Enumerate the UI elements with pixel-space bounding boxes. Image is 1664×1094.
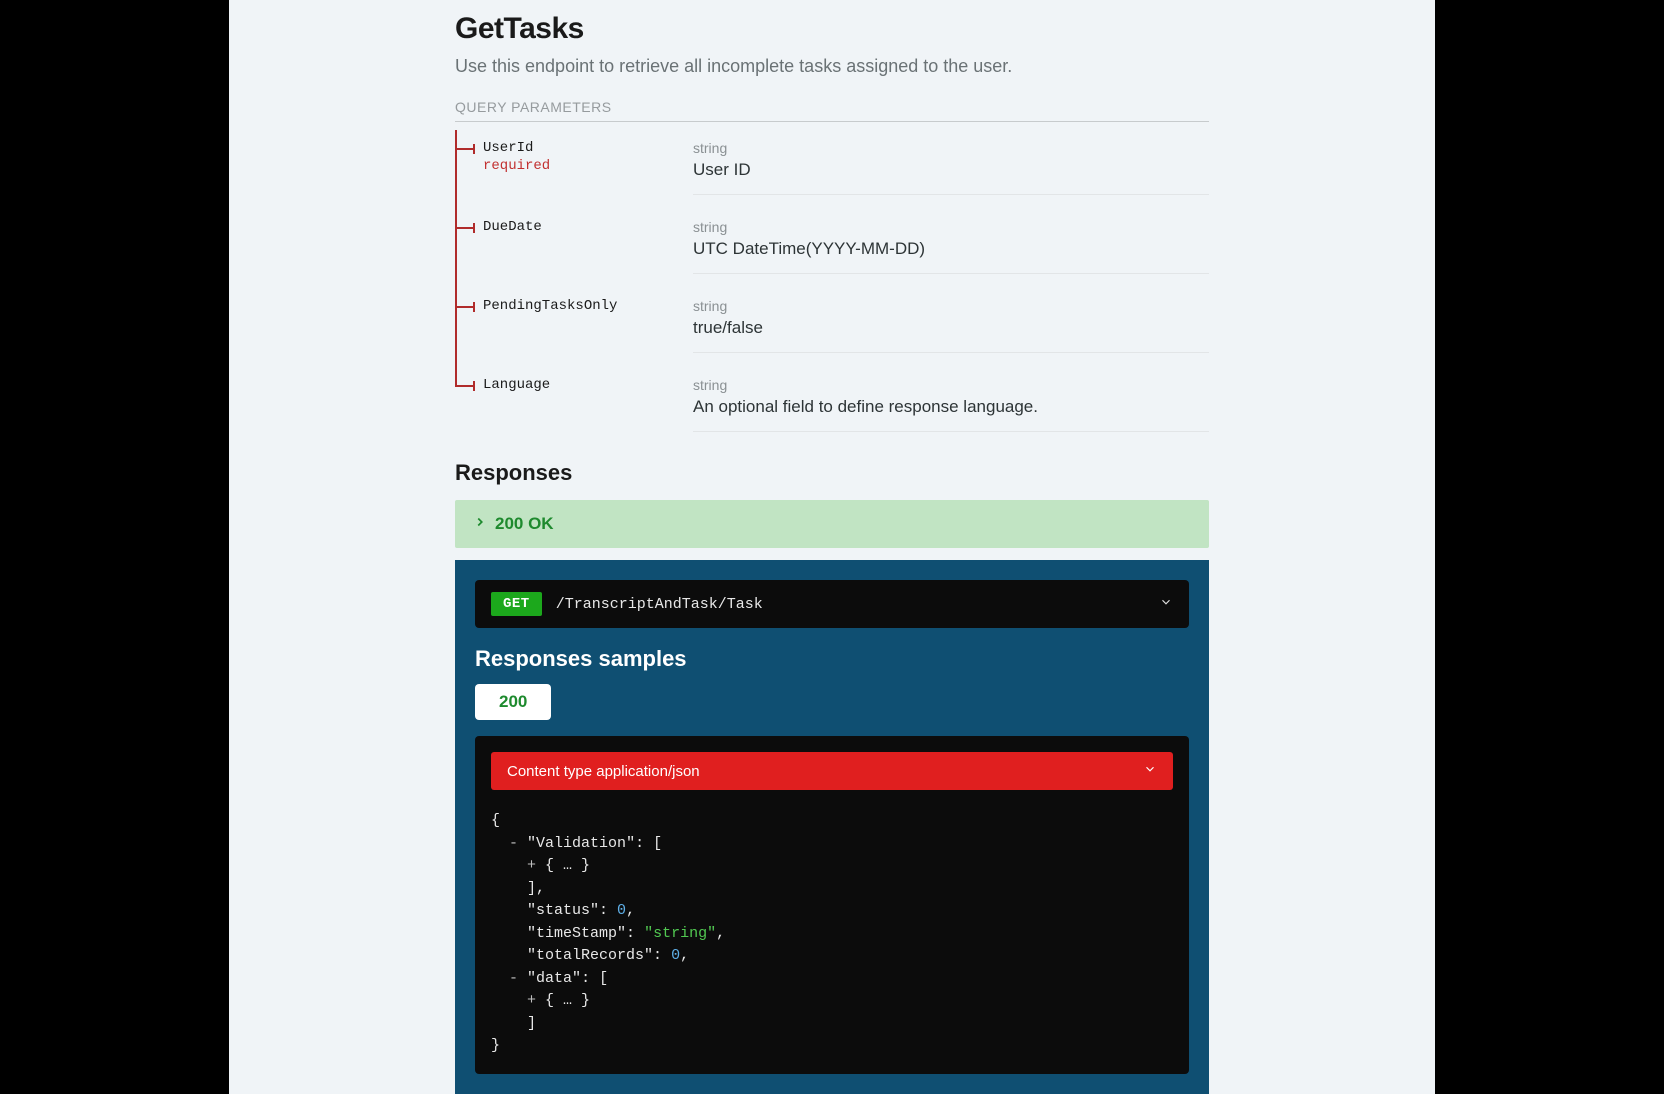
json-punct: ] (527, 1015, 536, 1032)
json-collapsed: { … } (536, 857, 590, 874)
json-key: "Validation" (527, 835, 635, 852)
endpoint-path: /TranscriptAndTask/Task (556, 596, 1145, 613)
content-type-label: Content type application/json (507, 763, 1143, 780)
json-punct: : [ (581, 970, 608, 987)
param-row-duedate: DueDate string UTC DateTime(YYYY-MM-DD) (455, 209, 1209, 288)
json-collapsed: { … } (536, 992, 590, 1009)
json-punct: : (653, 947, 671, 964)
param-desc: User ID (693, 160, 1209, 180)
response-status-code: 200 OK (495, 514, 554, 534)
json-punct: , (716, 925, 725, 942)
json-response-body: { - "Validation": [ + { … } ], "status":… (491, 810, 1173, 1058)
param-name-col: Language (455, 377, 693, 393)
json-line: { (491, 812, 500, 829)
json-key: "timeStamp" (527, 925, 626, 942)
page: GetTasks Use this endpoint to retrieve a… (229, 0, 1435, 1094)
param-name: PendingTasksOnly (483, 298, 617, 314)
json-punct: ], (527, 880, 545, 897)
param-name: UserId (483, 140, 533, 156)
json-line: } (491, 1037, 500, 1054)
param-desc-col: string true/false (693, 298, 1209, 353)
json-punct: : (599, 902, 617, 919)
json-punct: , (680, 947, 689, 964)
param-required-label: required (483, 158, 693, 174)
responses-heading: Responses (455, 460, 1209, 486)
responses-samples-heading: Responses samples (475, 646, 1189, 672)
param-type: string (693, 298, 1209, 314)
collapse-toggle-icon[interactable]: - (509, 835, 518, 852)
endpoint-title: GetTasks (455, 12, 1209, 46)
json-punct: : (626, 925, 644, 942)
param-name: Language (483, 377, 550, 393)
expand-toggle-icon[interactable]: + (527, 992, 536, 1009)
sample-status-tab[interactable]: 200 (475, 684, 551, 720)
param-type: string (693, 219, 1209, 235)
json-number: 0 (617, 902, 626, 919)
json-number: 0 (671, 947, 680, 964)
sample-panel: GET /TranscriptAndTask/Task Responses sa… (455, 560, 1209, 1094)
endpoint-bar[interactable]: GET /TranscriptAndTask/Task (475, 580, 1189, 628)
param-desc-col: string An optional field to define respo… (693, 377, 1209, 432)
param-name: DueDate (483, 219, 542, 235)
param-row-userid: UserId required string User ID (455, 130, 1209, 209)
json-key: "status" (527, 902, 599, 919)
chevron-right-icon (473, 515, 487, 534)
param-type: string (693, 140, 1209, 156)
param-desc: An optional field to define response lan… (693, 397, 1209, 417)
param-name-col: UserId required (455, 140, 693, 174)
param-desc-col: string UTC DateTime(YYYY-MM-DD) (693, 219, 1209, 274)
content-column: GetTasks Use this endpoint to retrieve a… (455, 12, 1209, 1094)
code-box: Content type application/json { - "Valid… (475, 736, 1189, 1074)
param-row-language: Language string An optional field to def… (455, 367, 1209, 446)
param-desc: true/false (693, 318, 1209, 338)
query-parameters-label: QUERY PARAMETERS (455, 99, 1209, 122)
param-name-col: PendingTasksOnly (455, 298, 693, 314)
content-type-selector[interactable]: Content type application/json (491, 752, 1173, 790)
endpoint-description: Use this endpoint to retrieve all incomp… (455, 56, 1209, 77)
json-key: "data" (527, 970, 581, 987)
param-name-col: DueDate (455, 219, 693, 235)
param-desc-col: string User ID (693, 140, 1209, 195)
collapse-toggle-icon[interactable]: - (509, 970, 518, 987)
json-punct: , (626, 902, 635, 919)
json-string: "string" (644, 925, 716, 942)
response-status-row[interactable]: 200 OK (455, 500, 1209, 548)
http-method-badge: GET (491, 592, 542, 616)
chevron-down-icon (1143, 762, 1157, 780)
chevron-down-icon (1159, 595, 1173, 614)
param-row-pendingtasksonly: PendingTasksOnly string true/false (455, 288, 1209, 367)
json-key: "totalRecords" (527, 947, 653, 964)
param-desc: UTC DateTime(YYYY-MM-DD) (693, 239, 1209, 259)
expand-toggle-icon[interactable]: + (527, 857, 536, 874)
query-parameters-table: UserId required string User ID DueDate s… (455, 122, 1209, 446)
json-punct: : [ (635, 835, 662, 852)
param-type: string (693, 377, 1209, 393)
